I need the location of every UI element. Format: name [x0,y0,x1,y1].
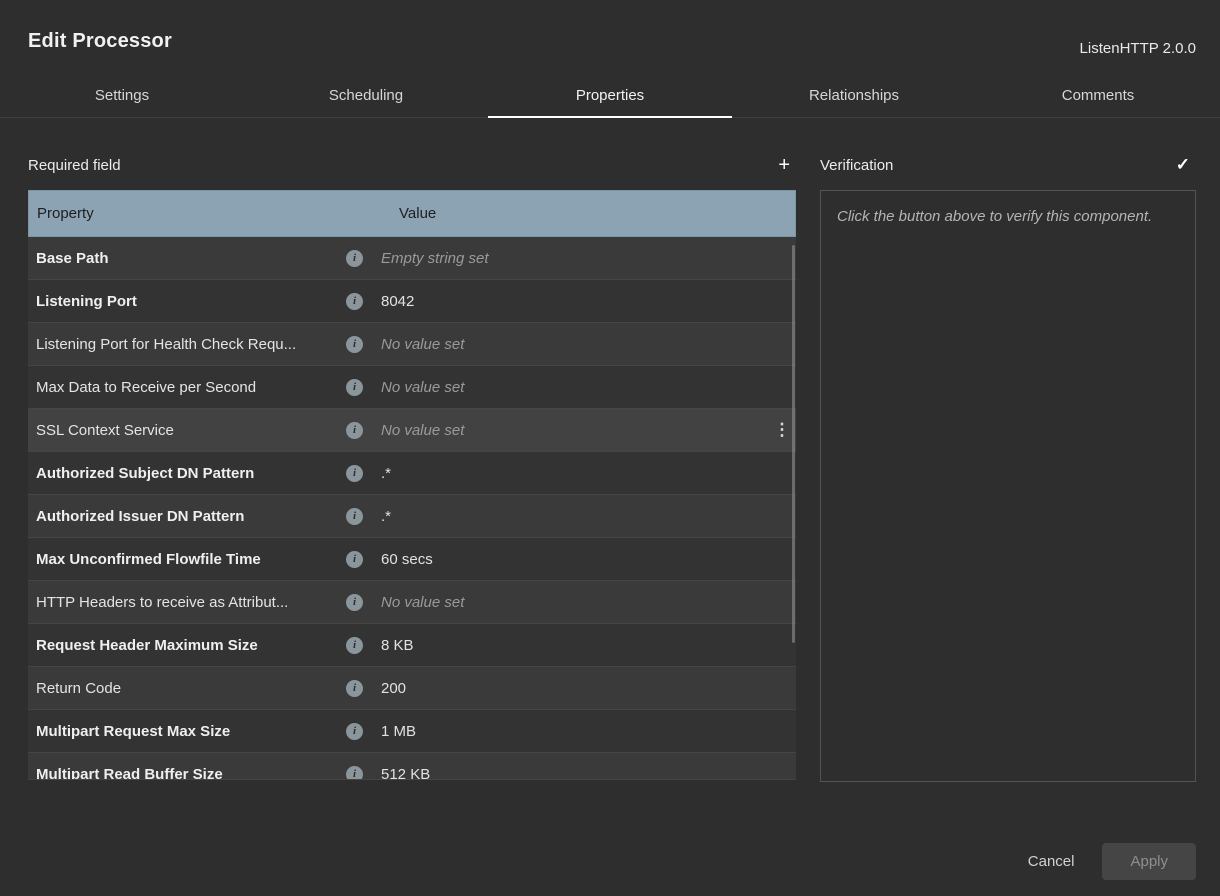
page-title: Edit Processor [28,30,1196,53]
info-icon[interactable]: i [346,594,363,611]
property-value[interactable]: No value set [363,594,796,611]
tab-relationships[interactable]: Relationships [732,78,976,117]
table-body: Base PathiEmpty string setListening Port… [28,237,796,780]
property-value[interactable]: .* [363,508,796,525]
table-row[interactable]: HTTP Headers to receive as Attribut...iN… [28,581,796,624]
property-name: Listening Port [28,293,346,310]
property-name: HTTP Headers to receive as Attribut... [28,594,346,611]
table-row[interactable]: SSL Context ServiceiNo value set⋮ [28,409,796,452]
property-name: Return Code [28,680,346,697]
table-row[interactable]: Multipart Read Buffer Sizei512 KB [28,753,796,780]
table-row[interactable]: Authorized Issuer DN Patterni.* [28,495,796,538]
dialog-header: Edit Processor ListenHTTP 2.0.0 [0,0,1220,78]
table-row[interactable]: Request Header Maximum Sizei8 KB [28,624,796,667]
info-icon[interactable]: i [346,422,363,439]
dialog-content: Required field + Property Value Base Pat… [0,118,1220,782]
info-icon[interactable]: i [346,637,363,654]
verify-button[interactable]: ✓ [1170,155,1196,175]
property-value[interactable]: 512 KB [363,766,796,781]
property-value[interactable]: 8042 [363,293,796,310]
property-name: Max Data to Receive per Second [28,379,346,396]
verification-title: Verification [820,157,893,174]
property-value[interactable]: 200 [363,680,796,697]
add-property-button[interactable]: + [772,155,796,175]
table-row[interactable]: Listening Port for Health Check Requ...i… [28,323,796,366]
table-scrollbar[interactable] [792,245,795,643]
property-name: Multipart Read Buffer Size [28,766,346,781]
property-name: Listening Port for Health Check Requ... [28,336,346,353]
verification-section-header: Verification ✓ [820,152,1196,178]
required-field-label: Required field [28,157,121,174]
verification-column: Verification ✓ Click the button above to… [820,152,1196,782]
tab-properties[interactable]: Properties [488,78,732,117]
property-name: SSL Context Service [28,422,346,439]
tab-bar: SettingsSchedulingPropertiesRelationship… [0,78,1220,118]
info-icon[interactable]: i [346,551,363,568]
info-icon[interactable]: i [346,766,363,781]
properties-column: Required field + Property Value Base Pat… [28,152,796,782]
info-icon[interactable]: i [346,508,363,525]
info-icon[interactable]: i [346,293,363,310]
property-name: Base Path [28,250,346,267]
cancel-button[interactable]: Cancel [1024,845,1079,878]
property-value[interactable]: 60 secs [363,551,796,568]
table-row[interactable]: Multipart Request Max Sizei1 MB [28,710,796,753]
info-icon[interactable]: i [346,379,363,396]
property-name: Authorized Subject DN Pattern [28,465,346,482]
property-value[interactable]: No value set [363,379,796,396]
table-row[interactable]: Base PathiEmpty string set [28,237,796,280]
property-value[interactable]: No value set [363,336,796,353]
info-icon[interactable]: i [346,680,363,697]
property-name: Request Header Maximum Size [28,637,346,654]
property-value[interactable]: 1 MB [363,723,796,740]
properties-section-header: Required field + [28,152,796,178]
property-value[interactable]: Empty string set [363,250,796,267]
property-name: Authorized Issuer DN Pattern [28,508,346,525]
dialog-footer: Cancel Apply [1024,843,1196,880]
property-name: Max Unconfirmed Flowfile Time [28,551,346,568]
info-icon[interactable]: i [346,723,363,740]
info-icon[interactable]: i [346,465,363,482]
properties-table: Property Value Base PathiEmpty string se… [28,190,796,780]
column-header-value: Value [381,205,436,222]
property-name: Multipart Request Max Size [28,723,346,740]
tab-settings[interactable]: Settings [0,78,244,117]
apply-button[interactable]: Apply [1102,843,1196,880]
property-value[interactable]: No value set [363,422,768,439]
table-row[interactable]: Max Data to Receive per SecondiNo value … [28,366,796,409]
processor-version: ListenHTTP 2.0.0 [1080,40,1196,57]
column-header-property: Property [29,205,381,222]
table-row[interactable]: Authorized Subject DN Patterni.* [28,452,796,495]
table-row[interactable]: Return Codei200 [28,667,796,710]
tab-comments[interactable]: Comments [976,78,1220,117]
verification-panel: Click the button above to verify this co… [820,190,1196,782]
info-icon[interactable]: i [346,336,363,353]
property-value[interactable]: .* [363,465,796,482]
table-header-row: Property Value [28,190,796,237]
property-value[interactable]: 8 KB [363,637,796,654]
info-icon[interactable]: i [346,250,363,267]
table-row[interactable]: Max Unconfirmed Flowfile Timei60 secs [28,538,796,581]
tab-scheduling[interactable]: Scheduling [244,78,488,117]
verification-message: Click the button above to verify this co… [837,208,1152,225]
table-row[interactable]: Listening Porti8042 [28,280,796,323]
